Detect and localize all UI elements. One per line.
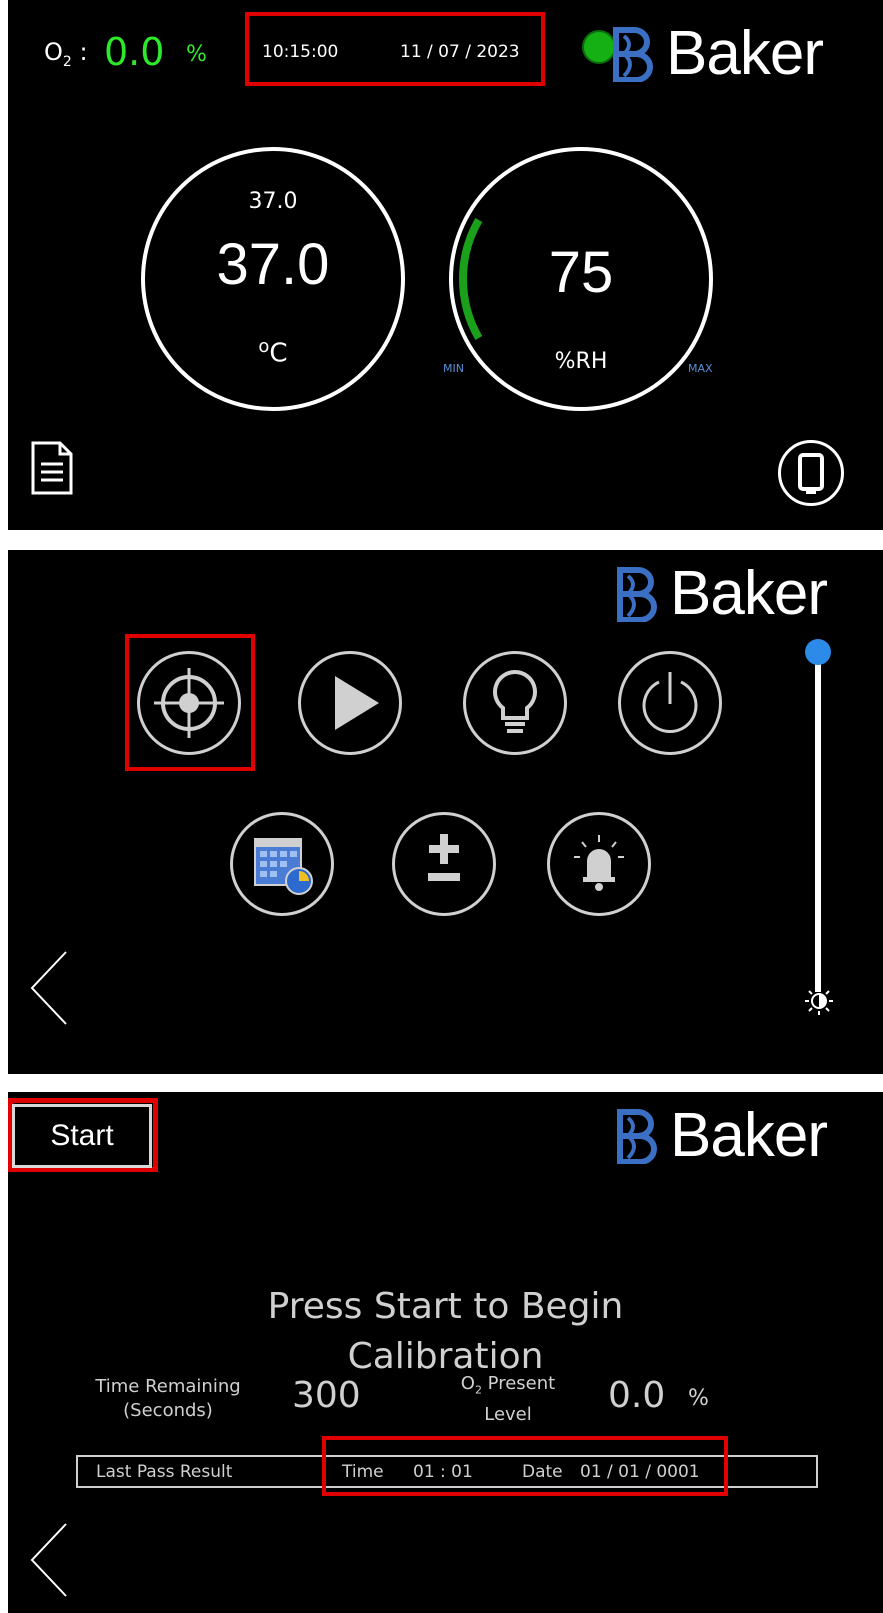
brand-logo: Baker bbox=[610, 18, 824, 89]
brightness-slider-track[interactable] bbox=[815, 652, 821, 992]
document-icon[interactable] bbox=[30, 440, 74, 500]
home-screen: O2 : 0.0 % 10:15:00 11 / 07 / 2023 Baker… bbox=[8, 0, 883, 530]
back-button[interactable] bbox=[28, 1520, 72, 1604]
instruction-line-1: Press Start to Begin bbox=[267, 1286, 624, 1327]
brightness-icon bbox=[804, 986, 834, 1020]
start-run-button[interactable] bbox=[298, 651, 402, 755]
alarm-bell-icon bbox=[574, 835, 624, 891]
humidity-max-label: MAX bbox=[688, 362, 713, 375]
time-remaining-label: Time Remaining (Seconds) bbox=[95, 1376, 241, 1421]
device-icon bbox=[798, 453, 824, 494]
last-pass-result-label: Last Pass Result bbox=[96, 1462, 233, 1482]
temperature-setpoint: 37.0 bbox=[248, 189, 298, 214]
schedule-calendar-icon bbox=[254, 838, 313, 895]
light-bulb-icon bbox=[493, 669, 537, 733]
chevron-left-icon bbox=[30, 951, 67, 1025]
brand-name: Baker bbox=[666, 19, 824, 88]
menu-screen: Baker bbox=[8, 550, 883, 1074]
offset-button[interactable] bbox=[392, 812, 496, 916]
start-button[interactable]: Start bbox=[12, 1104, 152, 1168]
baker-logo-icon bbox=[617, 1108, 657, 1164]
brand-logo: Baker bbox=[614, 1100, 828, 1171]
o2-unit: % bbox=[186, 42, 207, 67]
temperature-unit: oC bbox=[258, 336, 288, 369]
time-remaining-value: 300 bbox=[292, 1375, 361, 1416]
brightness-slider-handle[interactable] bbox=[805, 639, 831, 665]
humidity-gauge[interactable]: 75 %RH bbox=[449, 147, 713, 411]
humidity-min-label: MIN bbox=[443, 362, 464, 375]
baker-logo-icon bbox=[617, 566, 657, 622]
brand-logo: Baker bbox=[614, 558, 828, 629]
back-button[interactable] bbox=[28, 948, 72, 1032]
alarm-button[interactable] bbox=[547, 812, 651, 916]
baker-logo-icon bbox=[613, 26, 653, 82]
o2-present-level-value: 0.0 bbox=[608, 1375, 666, 1416]
schedule-button[interactable] bbox=[230, 812, 334, 916]
brand-name: Baker bbox=[670, 559, 828, 628]
plus-minus-icon bbox=[428, 834, 460, 881]
humidity-unit: %RH bbox=[554, 349, 608, 374]
light-button[interactable] bbox=[463, 651, 567, 755]
power-button[interactable] bbox=[618, 651, 722, 755]
last-pass-highlight bbox=[322, 1436, 728, 1496]
temperature-value: 37.0 bbox=[216, 232, 330, 297]
o2-present-level-unit: % bbox=[688, 1386, 709, 1411]
calibrate-target-icon bbox=[154, 668, 224, 738]
temperature-gauge[interactable]: 37.0 37.0 oC bbox=[141, 147, 405, 411]
play-icon bbox=[335, 676, 379, 730]
o2-value: 0.0 bbox=[104, 30, 165, 74]
brand-name: Baker bbox=[670, 1101, 828, 1170]
device-button[interactable] bbox=[778, 440, 844, 506]
o2-label: O2 : bbox=[44, 38, 88, 70]
clock-time[interactable]: 10:15:00 bbox=[262, 42, 338, 62]
o2-present-level-label: O2 Present Level bbox=[460, 1373, 556, 1425]
chevron-left-icon bbox=[30, 1523, 67, 1597]
clock-date[interactable]: 11 / 07 / 2023 bbox=[400, 42, 520, 62]
calibration-instruction: Press Start to Begin Calibration bbox=[8, 1282, 883, 1382]
power-icon bbox=[642, 672, 698, 734]
humidity-value: 75 bbox=[548, 240, 614, 305]
calibration-screen: Start Baker Press Start to Begin Calibra… bbox=[8, 1092, 883, 1613]
calibrate-button[interactable] bbox=[137, 651, 241, 755]
